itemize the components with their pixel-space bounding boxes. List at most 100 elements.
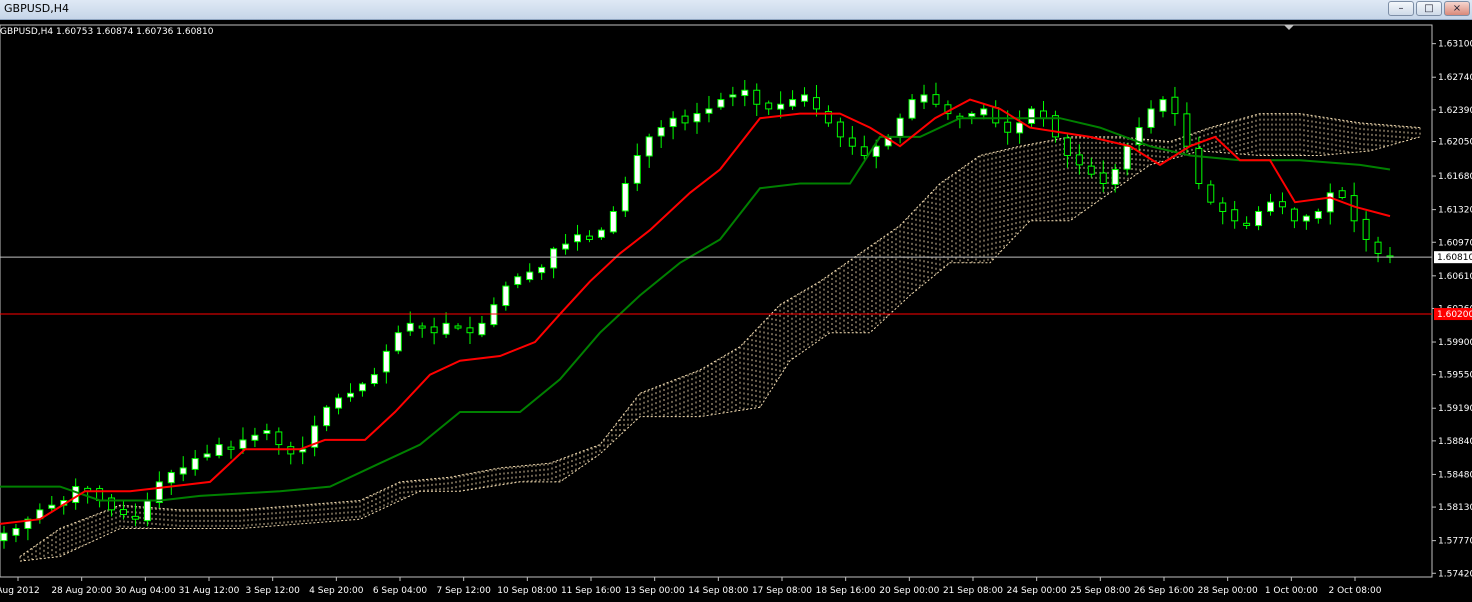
candle-body (980, 108, 988, 116)
x-tick-label: 6 Sep 04:00 (373, 586, 428, 596)
candle-body (550, 248, 558, 269)
candle-body (1087, 165, 1095, 175)
y-tick-label: 1.57420 (1438, 569, 1472, 579)
candle-body (1111, 169, 1119, 185)
y-tick-label: 1.61320 (1438, 206, 1472, 216)
minimize-icon[interactable]: – (1388, 1, 1414, 16)
price-chart[interactable]: 1.63100 1.62740 1.62390 1.62050 1.61680 1.613… (0, 20, 1472, 598)
y-tick-label: 1.61680 (1438, 172, 1472, 182)
candle-body (705, 108, 713, 114)
x-tick-label: 20 Sep 00:00 (879, 586, 939, 596)
candle-body (741, 89, 749, 97)
candle-body (789, 99, 797, 107)
candle-body (645, 136, 653, 157)
candle-body (167, 472, 175, 484)
x-tick-label: Aug 2012 (0, 586, 40, 596)
candle-body (48, 504, 56, 509)
candle-body (442, 322, 450, 335)
close-icon[interactable]: × (1444, 1, 1470, 16)
candle-body (418, 325, 426, 329)
y-tick-label: 1.62050 (1438, 138, 1472, 148)
candle-body (275, 431, 283, 446)
candle-body (681, 115, 689, 124)
candle-body (621, 183, 629, 212)
candle-body (1326, 192, 1334, 213)
candle-body (1159, 99, 1167, 112)
candle-body (72, 486, 80, 503)
candle-body (896, 117, 904, 138)
candle-body (992, 107, 1000, 124)
candle-body (968, 113, 976, 117)
candle-body (406, 322, 414, 332)
candle-body (633, 155, 641, 184)
candle-body (1099, 172, 1107, 185)
x-tick-label: 14 Sep 08:00 (688, 586, 748, 596)
y-tick-label: 1.57770 (1438, 537, 1472, 547)
x-tick-label: 4 Sep 20:00 (309, 586, 364, 596)
candle-body (335, 397, 343, 409)
candle-body (669, 117, 677, 128)
window-title: GBPUSD,H4 (4, 2, 69, 15)
candle-body (430, 326, 438, 334)
y-tick-label: 1.59900 (1438, 338, 1472, 348)
candle-body (1267, 201, 1275, 212)
y-tick-label: 1.60610 (1438, 272, 1472, 282)
x-tick-label: 28 Sep 00:00 (1198, 586, 1258, 596)
candle-body (1338, 190, 1346, 199)
candle-body (358, 383, 366, 392)
x-tick-label: 7 Sep 12:00 (436, 586, 491, 596)
x-tick-label: 11 Sep 16:00 (561, 586, 621, 596)
candle-body (263, 430, 271, 434)
candle-body (347, 392, 354, 398)
x-tick-label: 24 Sep 00:00 (1007, 586, 1067, 596)
candle-body (119, 509, 127, 516)
candle-body (323, 406, 331, 427)
candle-body (251, 434, 259, 441)
candle-body (1063, 137, 1071, 157)
y-tick-label: 1.62740 (1438, 73, 1472, 83)
candle-body (1278, 201, 1286, 208)
candle-body (1374, 241, 1382, 254)
candle-body (920, 94, 928, 103)
y-tick-label: 1.63100 (1438, 40, 1472, 50)
candle-body (765, 102, 773, 110)
candle-body (908, 99, 916, 119)
y-tick-label: 1.62390 (1438, 106, 1472, 116)
candle-body (131, 515, 139, 520)
candle-body (801, 94, 809, 102)
candle-body (382, 350, 390, 373)
candle-body (1195, 148, 1203, 185)
chart-area[interactable]: 1.63100 1.62740 1.62390 1.62050 1.61680 1.613… (0, 20, 1472, 598)
candle-body (1147, 108, 1155, 128)
y-tick-label: 1.59550 (1438, 371, 1472, 381)
candle-body (1362, 218, 1370, 240)
candle-body (1016, 122, 1024, 134)
candle-body (502, 285, 510, 307)
candle-body (12, 528, 20, 536)
candle-body (179, 467, 187, 475)
restore-icon[interactable]: □ (1416, 1, 1442, 16)
x-tick-label: 21 Sep 08:00 (943, 586, 1003, 596)
candle-body (1004, 121, 1012, 133)
x-tick-label: 26 Sep 16:00 (1134, 586, 1194, 596)
x-tick-label: 28 Aug 20:00 (51, 586, 112, 596)
candle-body (514, 276, 522, 285)
candle-body (143, 500, 151, 522)
red-line-price-label: 1.60200 (1437, 310, 1472, 320)
x-tick-label: 30 Aug 04:00 (115, 586, 176, 596)
x-tick-label: 17 Sep 08:00 (752, 586, 812, 596)
candle-body (490, 304, 498, 326)
x-tick-label: 18 Sep 16:00 (816, 586, 876, 596)
candle-body (585, 235, 593, 240)
candle-body (1255, 210, 1263, 227)
candle-body (777, 103, 785, 110)
candle-body (239, 439, 247, 449)
candle-body (693, 113, 701, 123)
candle-body (1290, 208, 1298, 222)
candle-body (0, 532, 8, 542)
candle-body (466, 327, 474, 334)
candle-body (562, 243, 570, 250)
candle-body (729, 94, 737, 98)
window-titlebar: GBPUSD,H4 – □ × (0, 0, 1472, 20)
candle-body (394, 332, 402, 352)
